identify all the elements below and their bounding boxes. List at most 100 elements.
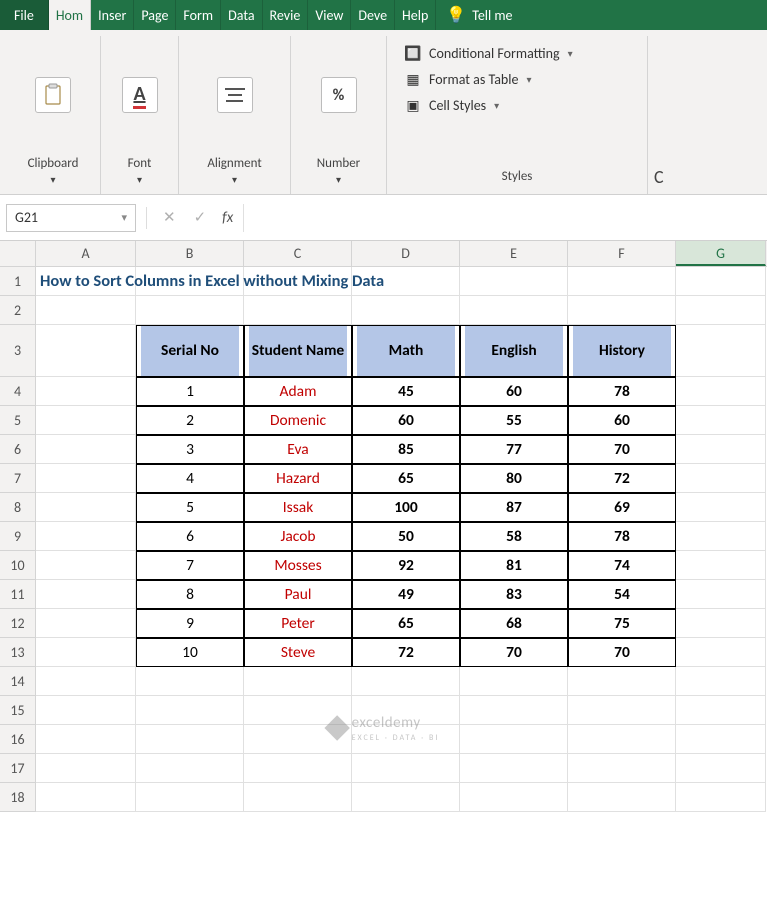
row-header[interactable]: 16 — [0, 725, 36, 754]
col-header[interactable]: F — [568, 241, 676, 266]
tab-page-layout[interactable]: Page — [134, 0, 176, 30]
cell[interactable] — [460, 725, 568, 754]
cell-serial[interactable]: 10 — [136, 638, 244, 667]
cell[interactable] — [676, 296, 766, 325]
tab-data[interactable]: Data — [221, 0, 262, 30]
cell-math[interactable]: 50 — [352, 522, 460, 551]
cell[interactable] — [676, 493, 766, 522]
cell-serial[interactable]: 4 — [136, 464, 244, 493]
row-header[interactable]: 6 — [0, 435, 36, 464]
spreadsheet-grid[interactable]: A B C D E F G 1How to Sort Columns in Ex… — [0, 241, 767, 812]
cell[interactable] — [676, 435, 766, 464]
cell-english[interactable]: 83 — [460, 580, 568, 609]
cell[interactable] — [136, 696, 244, 725]
row-header[interactable]: 2 — [0, 296, 36, 325]
row-header[interactable]: 17 — [0, 754, 36, 783]
row-header[interactable]: 7 — [0, 464, 36, 493]
cell[interactable] — [36, 638, 136, 667]
cell[interactable] — [676, 638, 766, 667]
cell[interactable] — [36, 609, 136, 638]
cell[interactable] — [676, 551, 766, 580]
cell-history[interactable]: 54 — [568, 580, 676, 609]
cell[interactable] — [460, 667, 568, 696]
row-header[interactable]: 12 — [0, 609, 36, 638]
cell[interactable] — [676, 267, 766, 296]
cell-english[interactable]: 58 — [460, 522, 568, 551]
cell[interactable] — [352, 754, 460, 783]
cell[interactable] — [36, 580, 136, 609]
number-format-icon[interactable]: % — [321, 77, 357, 113]
cell[interactable] — [136, 667, 244, 696]
cell[interactable] — [36, 296, 136, 325]
cell-math[interactable]: 100 — [352, 493, 460, 522]
fx-label[interactable]: fx — [218, 209, 237, 227]
formula-input[interactable] — [243, 204, 761, 232]
cell[interactable] — [352, 296, 460, 325]
tab-formulas[interactable]: Form — [176, 0, 221, 30]
font-icon[interactable]: A — [122, 77, 158, 113]
cell-student-name[interactable]: Mosses — [244, 551, 352, 580]
row-header[interactable]: 10 — [0, 551, 36, 580]
cell[interactable] — [676, 696, 766, 725]
cell-history[interactable]: 74 — [568, 551, 676, 580]
cell[interactable] — [676, 580, 766, 609]
cell[interactable] — [36, 377, 136, 406]
cell-math[interactable]: 92 — [352, 551, 460, 580]
cell[interactable] — [676, 325, 766, 377]
cell-history[interactable]: 69 — [568, 493, 676, 522]
cell-student-name[interactable]: Steve — [244, 638, 352, 667]
cell-math[interactable]: 65 — [352, 464, 460, 493]
tab-home[interactable]: Hom — [49, 0, 91, 30]
tab-insert[interactable]: Inser — [91, 0, 134, 30]
cell[interactable] — [568, 783, 676, 812]
row-header[interactable]: 15 — [0, 696, 36, 725]
row-header[interactable]: 1 — [0, 267, 36, 296]
cell-student-name[interactable]: Paul — [244, 580, 352, 609]
cell[interactable] — [36, 493, 136, 522]
cell-history[interactable]: 78 — [568, 377, 676, 406]
col-header[interactable]: A — [36, 241, 136, 266]
cell[interactable] — [568, 296, 676, 325]
cell-math[interactable]: 65 — [352, 609, 460, 638]
cell[interactable] — [244, 754, 352, 783]
cell-serial[interactable]: 8 — [136, 580, 244, 609]
cell-serial[interactable]: 3 — [136, 435, 244, 464]
cell-english[interactable]: 81 — [460, 551, 568, 580]
chevron-down-icon[interactable]: ▾ — [207, 173, 261, 186]
cell[interactable] — [244, 296, 352, 325]
select-all-corner[interactable] — [0, 241, 36, 266]
cell[interactable] — [676, 667, 766, 696]
cell-student-name[interactable]: Peter — [244, 609, 352, 638]
alignment-icon[interactable] — [217, 77, 253, 113]
cell-english[interactable]: 55 — [460, 406, 568, 435]
cell-history[interactable]: 60 — [568, 406, 676, 435]
tab-developer[interactable]: Deve — [351, 0, 395, 30]
cell[interactable] — [676, 406, 766, 435]
cell[interactable] — [460, 754, 568, 783]
cell[interactable] — [460, 267, 568, 296]
row-header[interactable]: 13 — [0, 638, 36, 667]
cell[interactable] — [244, 696, 352, 725]
cell-english[interactable]: 70 — [460, 638, 568, 667]
cell[interactable] — [568, 696, 676, 725]
cell[interactable] — [676, 783, 766, 812]
cell-history[interactable]: 70 — [568, 435, 676, 464]
cell[interactable] — [568, 754, 676, 783]
chevron-down-icon[interactable]: ▾ — [121, 211, 127, 224]
col-header[interactable]: B — [136, 241, 244, 266]
cell-student-name[interactable]: Eva — [244, 435, 352, 464]
col-header[interactable]: G — [676, 241, 766, 266]
cell[interactable] — [352, 667, 460, 696]
cell-serial[interactable]: 6 — [136, 522, 244, 551]
cell[interactable] — [460, 296, 568, 325]
table-header[interactable]: Student Name — [244, 325, 352, 377]
cell[interactable] — [676, 725, 766, 754]
cell-history[interactable]: 70 — [568, 638, 676, 667]
cell[interactable] — [244, 667, 352, 696]
cell[interactable] — [676, 754, 766, 783]
cell-math[interactable]: 60 — [352, 406, 460, 435]
cell-history[interactable]: 78 — [568, 522, 676, 551]
tab-file[interactable]: File — [0, 0, 49, 30]
cell-english[interactable]: 68 — [460, 609, 568, 638]
chevron-down-icon[interactable]: ▾ — [28, 173, 79, 186]
